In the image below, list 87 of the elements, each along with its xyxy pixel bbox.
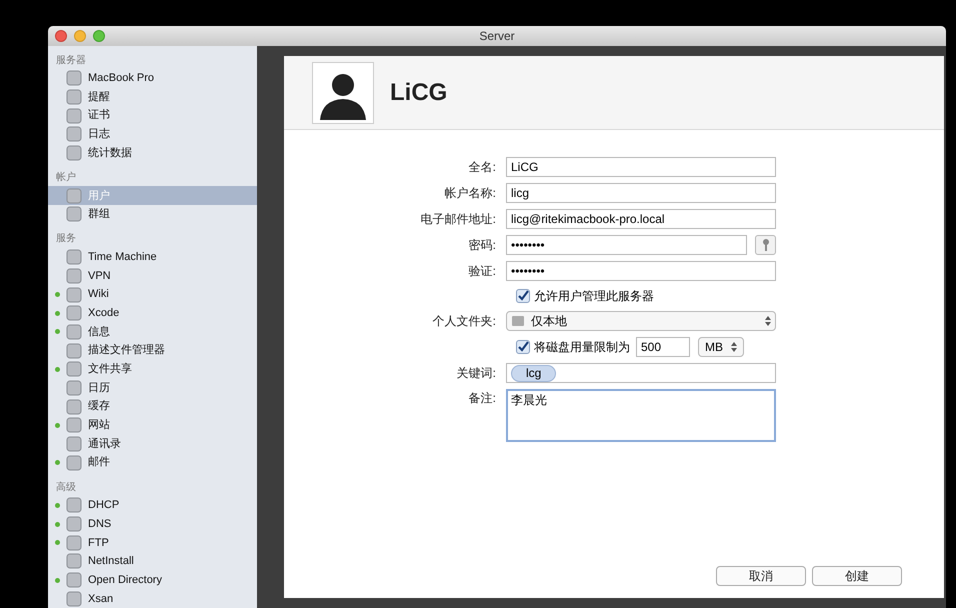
sidebar-item[interactable]: 缓存 bbox=[48, 397, 257, 416]
sidebar-item[interactable]: 证书 bbox=[48, 106, 257, 126]
sidebar-item[interactable]: Wiki bbox=[48, 285, 257, 304]
sidebar-item[interactable]: 通讯录 bbox=[48, 434, 257, 454]
sidebar-item[interactable]: Time Machine bbox=[48, 248, 257, 266]
sidebar-item[interactable]: VPN bbox=[48, 266, 257, 286]
section-header: 高级 bbox=[55, 480, 77, 495]
zoom-button[interactable] bbox=[93, 30, 105, 42]
sidebar-item[interactable]: NetInstall bbox=[48, 552, 257, 571]
sidebar-item[interactable]: DNS bbox=[48, 514, 257, 534]
square-icon bbox=[66, 145, 82, 162]
field-label: 验证: bbox=[468, 263, 497, 280]
square-icon bbox=[66, 188, 82, 204]
minimize-button[interactable] bbox=[74, 30, 86, 42]
user-name: LiCG bbox=[390, 78, 448, 108]
folder-select[interactable]: 仅本地 bbox=[506, 311, 776, 331]
checkbox[interactable] bbox=[516, 289, 530, 303]
field-label: 帐户名称: bbox=[444, 185, 497, 202]
sidebar-item[interactable]: 日历 bbox=[48, 378, 257, 398]
notes-field[interactable]: 李晨光 bbox=[506, 389, 776, 442]
stepper-icon bbox=[765, 316, 771, 326]
key-icon bbox=[762, 238, 770, 252]
sidebar-item[interactable]: 描述文件管理器 bbox=[48, 341, 257, 360]
sidebar-item[interactable]: 日志 bbox=[48, 125, 257, 144]
square-icon bbox=[66, 380, 82, 396]
unit-select[interactable]: MB bbox=[698, 337, 744, 357]
sidebar-item[interactable]: 群组 bbox=[48, 205, 257, 224]
square-icon bbox=[66, 108, 82, 124]
field-label: 密码: bbox=[468, 237, 497, 254]
square-icon bbox=[66, 89, 82, 106]
checkbox-label: 允许用户管理此服务器 bbox=[534, 288, 654, 305]
sidebar-item[interactable]: FTP bbox=[48, 533, 257, 552]
square-icon bbox=[66, 590, 82, 607]
sidebar-item[interactable]: 邮件 bbox=[48, 453, 257, 472]
square-icon bbox=[66, 206, 82, 222]
square-icon bbox=[66, 286, 82, 303]
sidebar-item[interactable]: Open Directory bbox=[48, 570, 257, 590]
square-icon bbox=[66, 534, 82, 551]
square-icon bbox=[66, 436, 82, 452]
field-label: 备注: bbox=[468, 390, 497, 407]
dialog-button[interactable]: 创建 bbox=[812, 566, 902, 586]
square-icon bbox=[66, 361, 82, 378]
square-icon bbox=[66, 398, 82, 415]
square-icon bbox=[66, 553, 82, 570]
text-field[interactable]: •••••••• bbox=[506, 261, 776, 281]
text-field[interactable]: licg bbox=[506, 183, 776, 203]
field-label: 个人文件夹: bbox=[432, 313, 497, 330]
field-label: 电子邮件地址: bbox=[420, 211, 497, 228]
password-field[interactable]: •••••••• bbox=[506, 235, 747, 255]
section-header: 服务器 bbox=[55, 54, 87, 68]
sidebar-item[interactable]: Xcode bbox=[48, 304, 257, 323]
square-icon bbox=[66, 497, 82, 514]
square-icon bbox=[66, 324, 82, 340]
checkbox[interactable] bbox=[516, 340, 530, 354]
section-header: 服务 bbox=[55, 232, 77, 246]
stepper-icon bbox=[731, 342, 737, 352]
square-icon bbox=[66, 572, 82, 588]
square-icon bbox=[66, 305, 82, 322]
field-label: 全名: bbox=[468, 159, 497, 176]
square-icon bbox=[66, 342, 82, 359]
square-icon bbox=[66, 126, 82, 142]
window-title: Server bbox=[479, 28, 515, 45]
square-icon bbox=[66, 268, 82, 284]
sidebar-item[interactable]: 提醒 bbox=[48, 88, 257, 106]
text-field[interactable]: licg@ritekimacbook-pro.local bbox=[506, 209, 776, 229]
square-icon bbox=[66, 516, 82, 532]
close-button[interactable] bbox=[55, 30, 67, 42]
key-button[interactable] bbox=[755, 235, 776, 255]
dialog-button[interactable]: 取消 bbox=[716, 566, 806, 586]
sidebar-item[interactable]: 统计数据 bbox=[48, 144, 257, 162]
section-header: 帐户 bbox=[55, 170, 77, 185]
sidebar-item[interactable]: DHCP bbox=[48, 496, 257, 515]
sidebar-item[interactable]: Xsan bbox=[48, 590, 257, 608]
square-icon bbox=[66, 417, 82, 434]
text-field[interactable]: LiCG bbox=[506, 157, 776, 177]
square-icon bbox=[66, 249, 82, 266]
square-icon bbox=[66, 70, 82, 86]
sidebar-item[interactable]: 文件共享 bbox=[48, 360, 257, 379]
field-label: 关键词: bbox=[456, 365, 497, 382]
keywords-field[interactable]: lcg bbox=[506, 363, 776, 383]
sidebar-item[interactable]: 信息 bbox=[48, 322, 257, 342]
sidebar-item[interactable]: 网站 bbox=[48, 416, 257, 435]
sidebar-item[interactable]: MacBook Pro bbox=[48, 69, 257, 88]
checkbox-label: 将磁盘用量限制为 bbox=[534, 339, 630, 356]
keyword-token[interactable]: lcg bbox=[511, 364, 556, 382]
quota-field[interactable]: 500 bbox=[636, 337, 690, 357]
square-icon bbox=[66, 454, 82, 471]
